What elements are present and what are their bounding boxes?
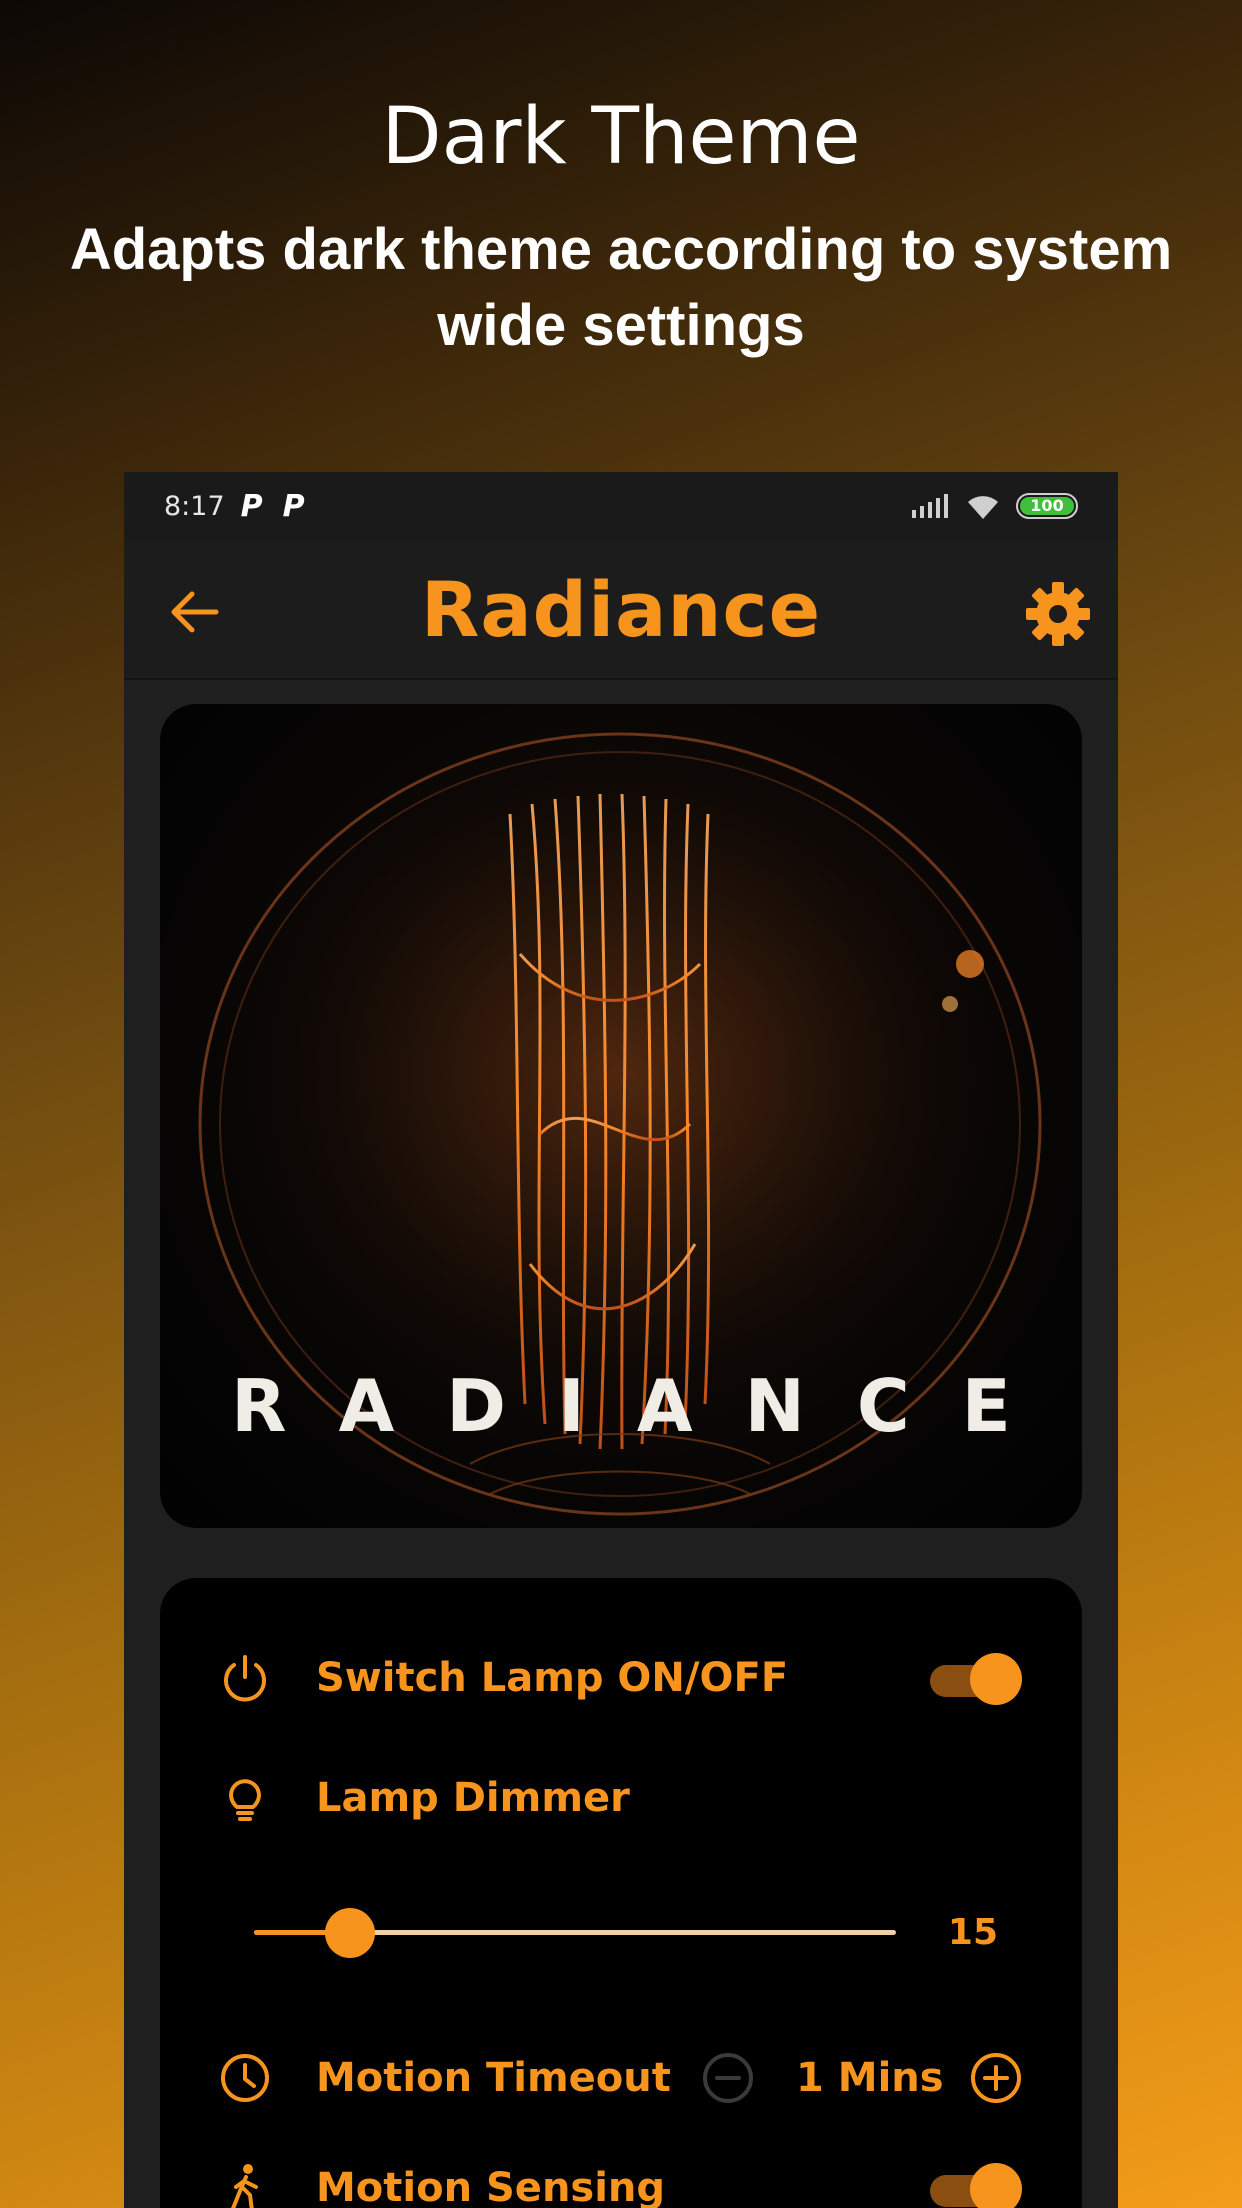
lamp-switch-toggle[interactable] — [930, 1651, 1022, 1705]
power-icon — [224, 1655, 266, 1702]
minus-circle-icon[interactable] — [700, 2050, 756, 2106]
dimmer-value: 15 — [947, 1912, 998, 1953]
lamp-dimmer-row: Lamp Dimmer — [160, 1768, 1082, 1828]
lamp-switch-row: Switch Lamp ON/OFF — [160, 1648, 1082, 1708]
phone-screen: 8:17 P P 100 Radiance RADIANCE Switch La… — [124, 472, 1118, 2208]
motion-sensing-label: Motion Sensing — [316, 2165, 666, 2208]
promo-subtitle: Adapts dark theme according to system wi… — [69, 217, 1173, 358]
status-bar: 8:17 P P 100 — [124, 472, 1118, 540]
lightbulb-icon — [229, 1779, 261, 1821]
walking-icon — [231, 2164, 258, 2208]
status-time: 8:17 — [164, 490, 225, 522]
controls-card: Switch Lamp ON/OFF Lamp Dimmer 15 Motion… — [160, 1578, 1082, 2208]
motion-sensing-row: Motion Sensing — [160, 2158, 1082, 2208]
hero-word: RADIANCE — [231, 1364, 1063, 1448]
gear-icon[interactable] — [1022, 578, 1094, 650]
app-bar: Radiance — [124, 540, 1118, 680]
parking-notification-icon: P — [240, 488, 263, 524]
battery-level: 100 — [1020, 497, 1074, 515]
slider-thumb[interactable] — [325, 1908, 376, 1958]
plus-circle-icon[interactable] — [968, 2050, 1024, 2106]
promo-title: Dark Theme — [381, 92, 861, 182]
lamp-switch-label: Switch Lamp ON/OFF — [316, 1655, 789, 1701]
signal-icon — [912, 494, 948, 518]
motion-timeout-row: Motion Timeout 1 Mins — [160, 2048, 1082, 2108]
motion-timeout-label: Motion Timeout — [316, 2055, 671, 2101]
hero-banner-image: RADIANCE — [160, 704, 1082, 1528]
parking-notification-icon: P — [282, 488, 305, 524]
lamp-dimmer-label: Lamp Dimmer — [316, 1775, 630, 1821]
clock-icon — [221, 2054, 269, 2102]
battery-icon: 100 — [1016, 493, 1078, 519]
wifi-icon — [968, 496, 998, 519]
motion-timeout-value: 1 Mins — [796, 2055, 944, 2101]
app-title: Radiance — [420, 564, 822, 654]
arrow-left-icon[interactable] — [166, 584, 222, 640]
motion-sensing-toggle[interactable] — [930, 2161, 1022, 2208]
